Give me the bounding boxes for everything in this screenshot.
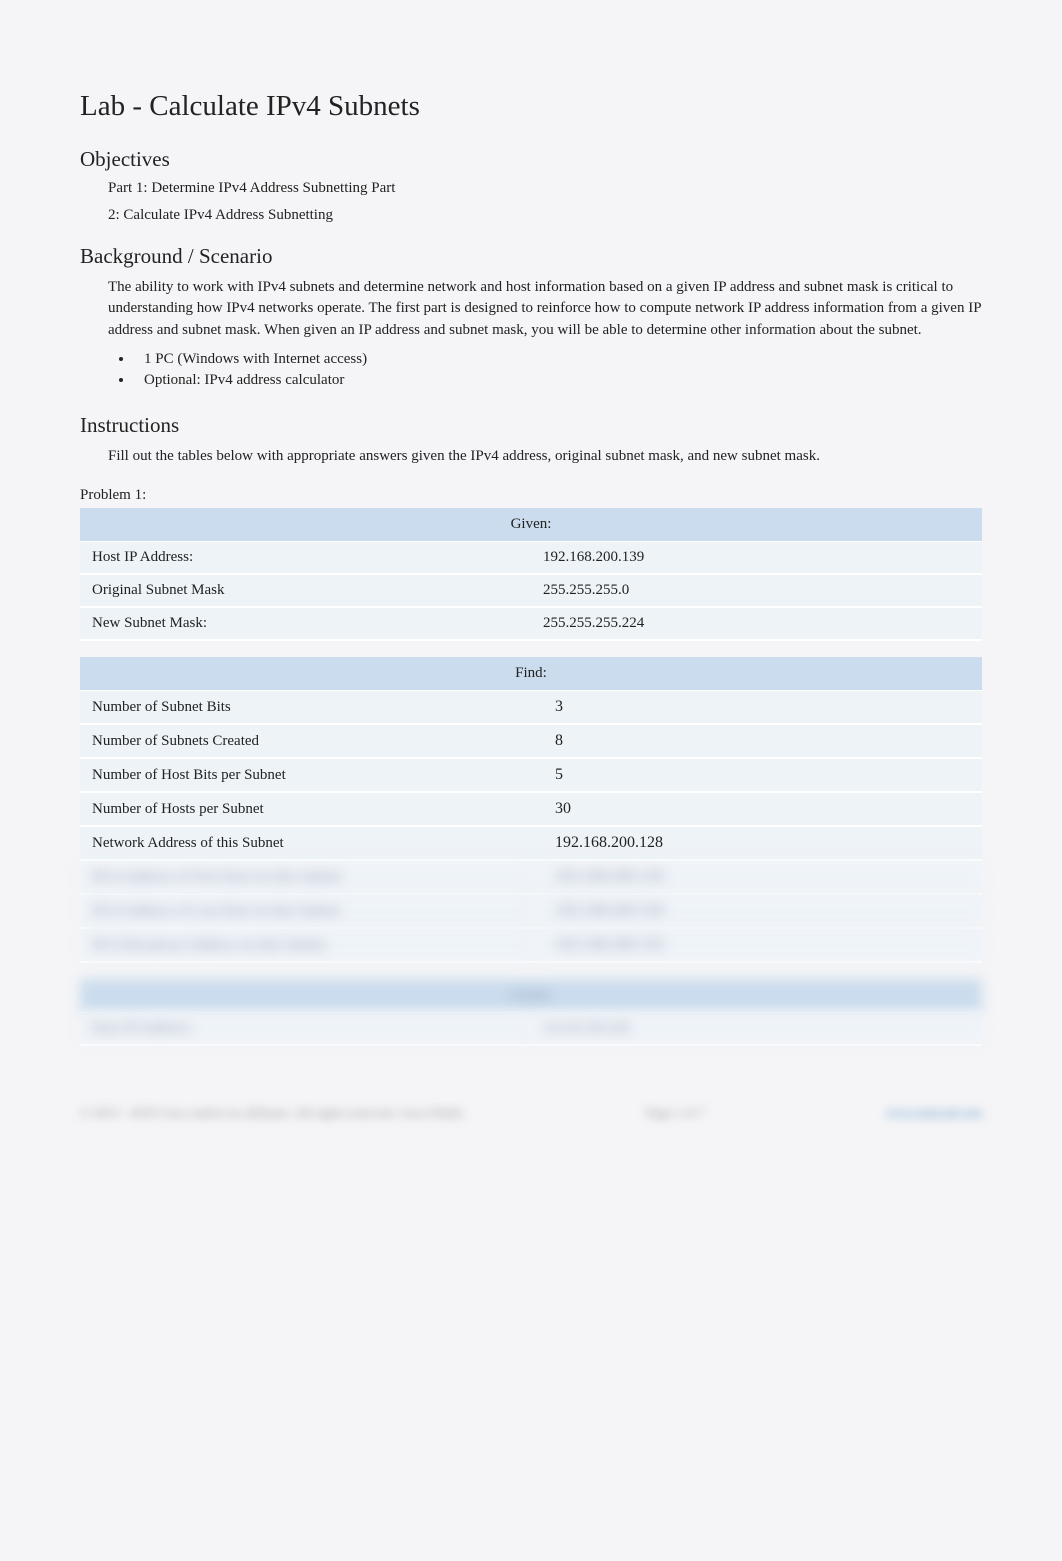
table-row-hidden: IPv4 Address of First Host on this Subne… <box>80 860 982 894</box>
given-header: Given: <box>80 508 982 542</box>
host-ip-value: 192.168.200.139 <box>531 542 982 575</box>
given-table: Given: Host IP Address: 192.168.200.139 … <box>80 508 982 641</box>
objectives-heading: Objectives <box>80 147 982 172</box>
objectives-section: Objectives Part 1: Determine IPv4 Addres… <box>80 147 982 224</box>
table-row: Host IP Address: 192.168.200.139 <box>80 542 982 575</box>
subnet-bits-value: 3 <box>531 691 982 725</box>
last-host-value: 192.168.200.158 <box>531 894 982 928</box>
objective-part-1: Part 1: Determine IPv4 Address Subnettin… <box>108 180 982 197</box>
subnet-bits-label: Number of Subnet Bits <box>80 691 531 725</box>
host-ip-label-2: Host IP Address: <box>80 1013 531 1046</box>
requirement-1: 1 PC (Windows with Internet access) <box>134 351 982 368</box>
instructions-paragraph: Fill out the tables below with appropria… <box>108 446 982 467</box>
table-row: Network Address of this Subnet 192.168.2… <box>80 826 982 860</box>
copyright: © 2013 - 2019 Cisco and/or its affiliate… <box>80 1105 464 1121</box>
host-bits-label: Number of Host Bits per Subnet <box>80 758 531 792</box>
find-header: Find: <box>80 657 982 691</box>
host-ip-label: Host IP Address: <box>80 542 531 575</box>
requirement-2: Optional: IPv4 address calculator <box>134 372 982 389</box>
given-header-2: Given: <box>80 979 982 1013</box>
background-heading: Background / Scenario <box>80 244 982 269</box>
hosts-per-subnet-value: 30 <box>531 792 982 826</box>
hosts-per-subnet-label: Number of Hosts per Subnet <box>80 792 531 826</box>
network-addr-value: 192.168.200.128 <box>531 826 982 860</box>
host-bits-value: 5 <box>531 758 982 792</box>
table-row: Number of Hosts per Subnet 30 <box>80 792 982 826</box>
objective-part-2: 2: Calculate IPv4 Address Subnetting <box>108 207 982 224</box>
subnets-created-label: Number of Subnets Created <box>80 724 531 758</box>
new-mask-value: 255.255.255.224 <box>531 607 982 640</box>
host-ip-value-2: 10.101.99.228 <box>531 1013 982 1046</box>
instructions-section: Instructions Fill out the tables below w… <box>80 413 982 467</box>
find-table: Find: Number of Subnet Bits 3 Number of … <box>80 657 982 963</box>
last-host-label: IPv4 Address of Last Host on this Subnet <box>80 894 531 928</box>
network-addr-label: Network Address of this Subnet <box>80 826 531 860</box>
new-mask-label: New Subnet Mask: <box>80 607 531 640</box>
background-paragraph: The ability to work with IPv4 subnets an… <box>108 277 982 341</box>
page-number: Page 1 of 7 <box>646 1105 705 1121</box>
page-footer: © 2013 - 2019 Cisco and/or its affiliate… <box>80 1105 982 1121</box>
table-row-hidden: IPv4 Address of Last Host on this Subnet… <box>80 894 982 928</box>
first-host-label: IPv4 Address of First Host on this Subne… <box>80 860 531 894</box>
first-host-value: 192.168.200.129 <box>531 860 982 894</box>
table-row: Number of Host Bits per Subnet 5 <box>80 758 982 792</box>
orig-mask-value: 255.255.255.0 <box>531 574 982 607</box>
problem-2-table: Given: Host IP Address: 10.101.99.228 <box>80 979 982 1046</box>
table-row-hidden: Host IP Address: 10.101.99.228 <box>80 1013 982 1046</box>
website-link: www.netacad.com <box>886 1105 982 1121</box>
problem-1-label: Problem 1: <box>80 487 982 504</box>
document-title: Lab - Calculate IPv4 Subnets <box>80 90 982 123</box>
table-row: Original Subnet Mask 255.255.255.0 <box>80 574 982 607</box>
table-row-hidden: IPv4 Broadcast Address on this Subnet 19… <box>80 928 982 962</box>
subnets-created-value: 8 <box>531 724 982 758</box>
orig-mask-label: Original Subnet Mask <box>80 574 531 607</box>
table-row: Number of Subnets Created 8 <box>80 724 982 758</box>
table-row: Number of Subnet Bits 3 <box>80 691 982 725</box>
broadcast-value: 192.168.200.159 <box>531 928 982 962</box>
table-row: New Subnet Mask: 255.255.255.224 <box>80 607 982 640</box>
broadcast-label: IPv4 Broadcast Address on this Subnet <box>80 928 531 962</box>
requirements-list: 1 PC (Windows with Internet access) Opti… <box>134 351 982 389</box>
instructions-heading: Instructions <box>80 413 982 438</box>
background-section: Background / Scenario The ability to wor… <box>80 244 982 389</box>
